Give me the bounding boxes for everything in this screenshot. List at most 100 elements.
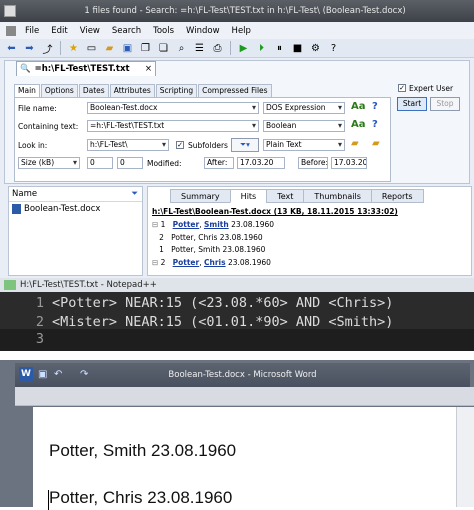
tab-scripting[interactable]: Scripting bbox=[155, 84, 198, 97]
containing-text-mode-select[interactable]: Boolean bbox=[263, 120, 345, 132]
open-icon[interactable]: ▰ bbox=[102, 41, 117, 56]
filter-icon[interactable]: ⏷▾ bbox=[231, 138, 259, 152]
hit-text: Potter, Chris 23.08.1960 bbox=[171, 233, 263, 242]
copy-icon[interactable]: ❐ bbox=[138, 41, 153, 56]
hit-number: 2 bbox=[160, 258, 166, 267]
word-app-icon: W bbox=[19, 367, 33, 382]
close-icon[interactable]: × bbox=[145, 64, 152, 74]
size-unit-select[interactable]: Size (kB) bbox=[18, 157, 80, 169]
filter-icon[interactable]: ⏷ bbox=[131, 187, 138, 202]
line-number: 3 bbox=[35, 331, 44, 347]
stop-icon[interactable]: ■ bbox=[290, 41, 305, 56]
text-mode-select[interactable]: Plain Text bbox=[263, 139, 345, 151]
vertical-scrollbar[interactable] bbox=[456, 407, 474, 507]
menu-tools[interactable]: Tools bbox=[147, 26, 180, 36]
word-document-icon bbox=[12, 204, 21, 214]
search-tab[interactable]: 🔍 =h:\FL-Test\TEST.txt × bbox=[16, 61, 156, 76]
name-column-label: Name bbox=[12, 189, 38, 199]
expert-user-label: Expert User bbox=[409, 84, 454, 93]
editor-line[interactable]: 1 <Potter> NEAR:15 (<23.08.*60> AND <Chr… bbox=[0, 295, 474, 314]
play-next-icon[interactable]: ⏵ bbox=[254, 41, 269, 56]
before-date-input[interactable]: 17.03.20 bbox=[331, 157, 367, 169]
tab-hits[interactable]: Hits bbox=[229, 189, 268, 203]
redo-icon[interactable]: ↷ bbox=[80, 369, 88, 380]
new-icon[interactable]: ▭ bbox=[84, 41, 99, 56]
stop-button[interactable]: Stop bbox=[430, 97, 460, 111]
result-tabs: Summary Hits Text Thumbnails Reports bbox=[170, 189, 424, 203]
up-icon[interactable]: ⤴ bbox=[40, 41, 55, 56]
help-icon[interactable]: ? bbox=[372, 119, 378, 130]
hit-row[interactable]: ⊟ 1 Potter, Smith 23.08.1960 bbox=[152, 220, 274, 229]
name-column-header[interactable]: Name ⏷ bbox=[9, 187, 142, 202]
hit-row[interactable]: 2 Potter, Chris 23.08.1960 bbox=[152, 233, 263, 242]
tab-main[interactable]: Main bbox=[14, 84, 40, 97]
paste-icon[interactable]: ❏ bbox=[156, 41, 171, 56]
size-to-input[interactable]: 0 bbox=[117, 157, 143, 169]
menu-search[interactable]: Search bbox=[106, 26, 147, 36]
play-icon[interactable]: ▶ bbox=[236, 41, 251, 56]
forward-icon[interactable]: ➡ bbox=[22, 41, 37, 56]
list-icon[interactable]: ☰ bbox=[192, 41, 207, 56]
document-line[interactable]: Potter, Smith 23.08.1960 bbox=[49, 441, 236, 461]
tab-compressed-files[interactable]: Compressed Files bbox=[198, 84, 272, 97]
back-icon[interactable]: ⬅ bbox=[4, 41, 19, 56]
hit-number: 2 bbox=[159, 233, 164, 242]
menu-file[interactable]: File bbox=[19, 26, 45, 36]
menu-edit[interactable]: Edit bbox=[45, 26, 73, 36]
containing-text-input[interactable]: =h:\FL-Test\TEST.txt bbox=[87, 120, 259, 132]
result-file-header[interactable]: h:\FL-Test\Boolean-Test.docx (13 KB, 18.… bbox=[152, 207, 398, 216]
menu-help[interactable]: Help bbox=[226, 26, 257, 36]
hit-row[interactable]: ⊟ 2 Potter, Chris 23.08.1960 bbox=[152, 258, 271, 267]
line-number: 2 bbox=[35, 314, 44, 330]
start-button[interactable]: Start bbox=[397, 97, 427, 111]
tab-options[interactable]: Options bbox=[40, 84, 78, 97]
help-icon[interactable]: ? bbox=[326, 41, 341, 56]
hit-highlight[interactable]: Chris bbox=[204, 258, 226, 267]
hit-number: 1 bbox=[160, 220, 166, 229]
pause-icon[interactable]: ⏸ bbox=[272, 41, 287, 56]
folder-icon[interactable]: ▰ bbox=[351, 138, 359, 149]
tab-summary[interactable]: Summary bbox=[170, 189, 231, 203]
hit-text: 23.08.1960 bbox=[228, 220, 275, 229]
hit-highlight[interactable]: Smith bbox=[204, 220, 229, 229]
favorite-icon[interactable]: ★ bbox=[66, 41, 81, 56]
case-sensitive-icon[interactable]: Aa bbox=[351, 119, 366, 130]
results-panel: Summary Hits Text Thumbnails Reports h:\… bbox=[147, 186, 472, 276]
hit-highlight[interactable]: Potter bbox=[173, 220, 200, 229]
print-icon[interactable]: ⎙ bbox=[210, 41, 225, 56]
menu-icon[interactable] bbox=[6, 25, 16, 36]
folder-icon[interactable]: ▰ bbox=[372, 138, 380, 149]
file-name-mode-select[interactable]: DOS Expression bbox=[263, 102, 345, 114]
document-line[interactable]: Potter, Chris 23.08.1960 bbox=[49, 488, 232, 508]
tab-text[interactable]: Text bbox=[266, 189, 305, 203]
tab-reports[interactable]: Reports bbox=[370, 189, 424, 203]
menu-view[interactable]: View bbox=[74, 26, 106, 36]
look-in-input[interactable]: h:\FL-Test\ bbox=[87, 139, 169, 151]
look-in-label: Look in: bbox=[18, 141, 48, 150]
hit-highlight[interactable]: Potter bbox=[173, 258, 200, 267]
notepad-titlebar: H:\FL-Test\TEST.txt - Notepad++ bbox=[0, 278, 474, 292]
after-button[interactable]: After: bbox=[204, 157, 234, 169]
hit-row[interactable]: 1 Potter, Smith 23.08.1960 bbox=[152, 245, 265, 254]
tab-thumbnails[interactable]: Thumbnails bbox=[303, 189, 372, 203]
menu-window[interactable]: Window bbox=[180, 26, 226, 36]
size-from-input[interactable]: 0 bbox=[87, 157, 113, 169]
save-icon[interactable]: ▣ bbox=[38, 369, 47, 380]
after-date-input[interactable]: 17.03.20 bbox=[237, 157, 285, 169]
subfolders-label: Subfolders bbox=[188, 141, 228, 150]
save-icon[interactable]: ▣ bbox=[120, 41, 135, 56]
before-button[interactable]: Before: bbox=[298, 157, 328, 169]
file-name-label: File name: bbox=[18, 104, 57, 113]
list-item[interactable]: Boolean-Test.docx bbox=[9, 202, 142, 216]
tab-attributes[interactable]: Attributes bbox=[109, 84, 155, 97]
expert-user-checkbox[interactable]: ✓ bbox=[398, 84, 406, 92]
editor-line[interactable]: 3 bbox=[0, 329, 474, 351]
file-name-input[interactable]: Boolean-Test.docx bbox=[87, 102, 259, 114]
undo-icon[interactable]: ↶ bbox=[54, 369, 62, 380]
tab-dates[interactable]: Dates bbox=[78, 84, 109, 97]
options-icon[interactable]: ⚙ bbox=[308, 41, 323, 56]
subfolders-checkbox[interactable]: ✓ bbox=[176, 141, 184, 149]
help-icon[interactable]: ? bbox=[372, 101, 378, 112]
find-icon[interactable]: ⌕ bbox=[174, 41, 189, 56]
case-sensitive-icon[interactable]: Aa bbox=[351, 101, 366, 112]
